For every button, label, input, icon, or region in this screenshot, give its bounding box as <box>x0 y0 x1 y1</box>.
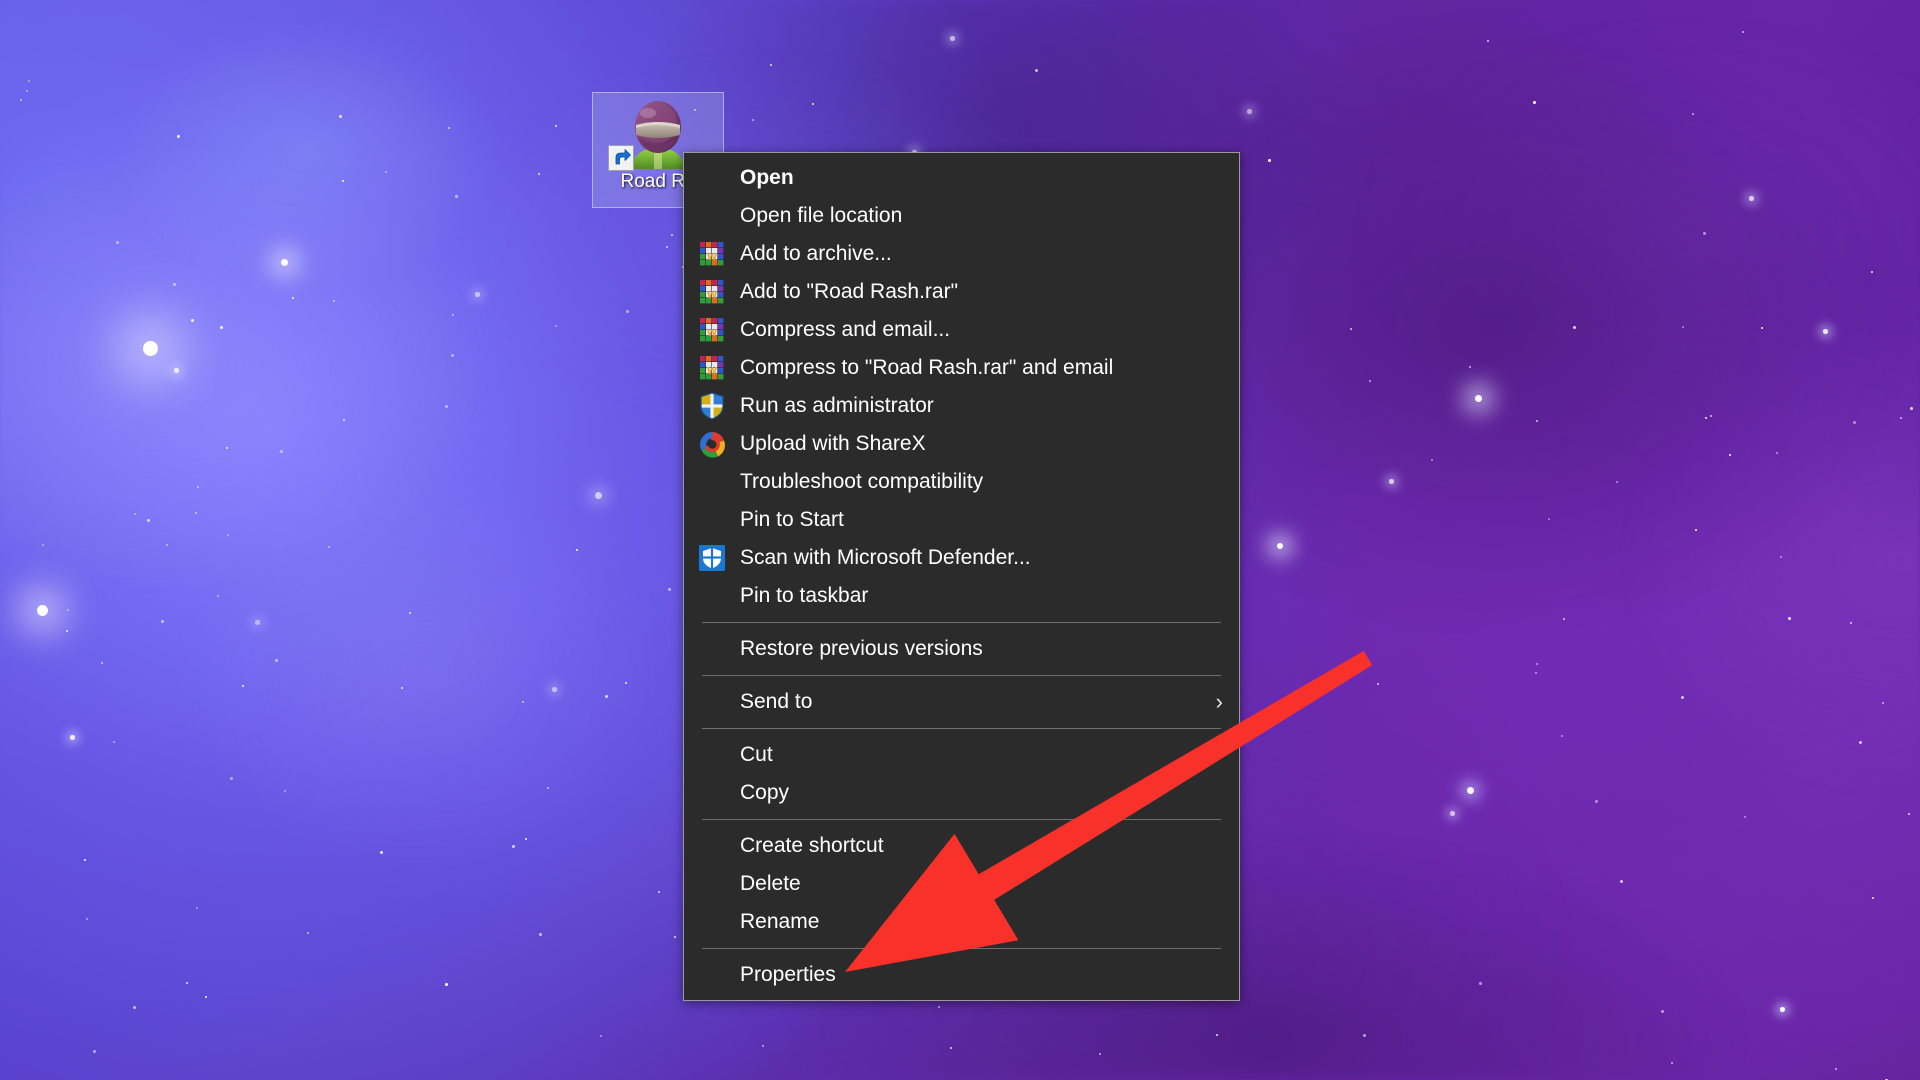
menu-separator <box>702 675 1221 676</box>
menu-item-open-file-location[interactable]: Open file location <box>684 197 1239 235</box>
menu-item-create-shortcut[interactable]: Create shortcut <box>684 827 1239 865</box>
menu-item-label: Open <box>740 166 794 189</box>
menu-item-pin-to-start[interactable]: Pin to Start <box>684 501 1239 539</box>
svg-text:w: w <box>706 249 717 263</box>
menu-item-add-to-archive[interactable]: w Add to archive... <box>684 235 1239 273</box>
menu-item-no-icon <box>698 741 726 769</box>
menu-item-label: Create shortcut <box>740 834 884 857</box>
menu-item-no-icon <box>698 468 726 496</box>
menu-item-no-icon <box>698 832 726 860</box>
menu-item-add-to-road-rash-rar[interactable]: w Add to "Road Rash.rar" <box>684 273 1239 311</box>
menu-item-upload-with-sharex[interactable]: Upload with ShareX <box>684 425 1239 463</box>
menu-item-label: Open file location <box>740 204 903 227</box>
menu-item-no-icon <box>698 164 726 192</box>
menu-separator <box>702 728 1221 729</box>
menu-item-no-icon <box>698 908 726 936</box>
menu-item-no-icon <box>698 870 726 898</box>
menu-item-restore-previous-versions[interactable]: Restore previous versions <box>684 630 1239 668</box>
menu-item-label: Run as administrator <box>740 394 934 417</box>
shortcut-arrow-icon <box>608 145 634 171</box>
menu-item-no-icon <box>698 688 726 716</box>
menu-item-rename[interactable]: Rename <box>684 903 1239 941</box>
menu-item-scan-with-microsoft-defender[interactable]: Scan with Microsoft Defender... <box>684 539 1239 577</box>
menu-item-label: Delete <box>740 872 801 895</box>
menu-item-label: Pin to taskbar <box>740 584 869 607</box>
menu-item-label: Rename <box>740 910 820 933</box>
menu-item-properties[interactable]: Properties <box>684 956 1239 994</box>
menu-item-run-as-administrator[interactable]: Run as administrator <box>684 387 1239 425</box>
winrar-icon: w <box>698 278 726 306</box>
svg-text:w: w <box>706 325 717 339</box>
menu-item-label: Compress and email... <box>740 318 951 341</box>
menu-item-compress-to-road-rash-rar-and-email[interactable]: w Compress to "Road Rash.rar" and email <box>684 349 1239 387</box>
menu-item-no-icon <box>698 202 726 230</box>
menu-separator <box>702 819 1221 820</box>
menu-item-label: Troubleshoot compatibility <box>740 470 984 493</box>
context-menu[interactable]: Open Open file location w Add to archive...… <box>683 152 1240 1001</box>
menu-item-no-icon <box>698 635 726 663</box>
menu-item-compress-and-email[interactable]: w Compress and email... <box>684 311 1239 349</box>
menu-item-no-icon <box>698 779 726 807</box>
defender-shield-icon <box>698 544 726 572</box>
menu-item-label: Add to "Road Rash.rar" <box>740 280 959 303</box>
menu-item-delete[interactable]: Delete <box>684 865 1239 903</box>
uac-shield-icon <box>698 392 726 420</box>
menu-separator <box>702 948 1221 949</box>
menu-item-label: Pin to Start <box>740 508 844 531</box>
svg-text:w: w <box>706 363 717 377</box>
menu-item-no-icon <box>698 961 726 989</box>
menu-item-send-to[interactable]: Send to › <box>684 683 1239 721</box>
menu-item-cut[interactable]: Cut <box>684 736 1239 774</box>
menu-item-label: Compress to "Road Rash.rar" and email <box>740 356 1114 379</box>
chevron-right-icon: › <box>1215 689 1223 714</box>
menu-item-copy[interactable]: Copy <box>684 774 1239 812</box>
menu-item-label: Send to <box>740 690 813 713</box>
menu-item-label: Upload with ShareX <box>740 432 926 455</box>
menu-item-open[interactable]: Open <box>684 159 1239 197</box>
menu-item-label: Add to archive... <box>740 242 892 265</box>
svg-text:w: w <box>706 287 717 301</box>
menu-item-no-icon <box>698 582 726 610</box>
menu-separator <box>702 622 1221 623</box>
winrar-icon: w <box>698 316 726 344</box>
menu-item-label: Cut <box>740 743 773 766</box>
sharex-icon <box>698 430 726 458</box>
menu-item-label: Properties <box>740 963 836 986</box>
menu-item-pin-to-taskbar[interactable]: Pin to taskbar <box>684 577 1239 615</box>
winrar-icon: w <box>698 354 726 382</box>
desktop[interactable]: Road Ra Open Open file location w Add to ar… <box>0 0 1920 1080</box>
menu-item-label: Scan with Microsoft Defender... <box>740 546 1031 569</box>
menu-item-no-icon <box>698 506 726 534</box>
winrar-icon: w <box>698 240 726 268</box>
menu-item-label: Copy <box>740 781 790 804</box>
menu-item-label: Restore previous versions <box>740 637 983 660</box>
menu-item-troubleshoot-compatibility[interactable]: Troubleshoot compatibility <box>684 463 1239 501</box>
